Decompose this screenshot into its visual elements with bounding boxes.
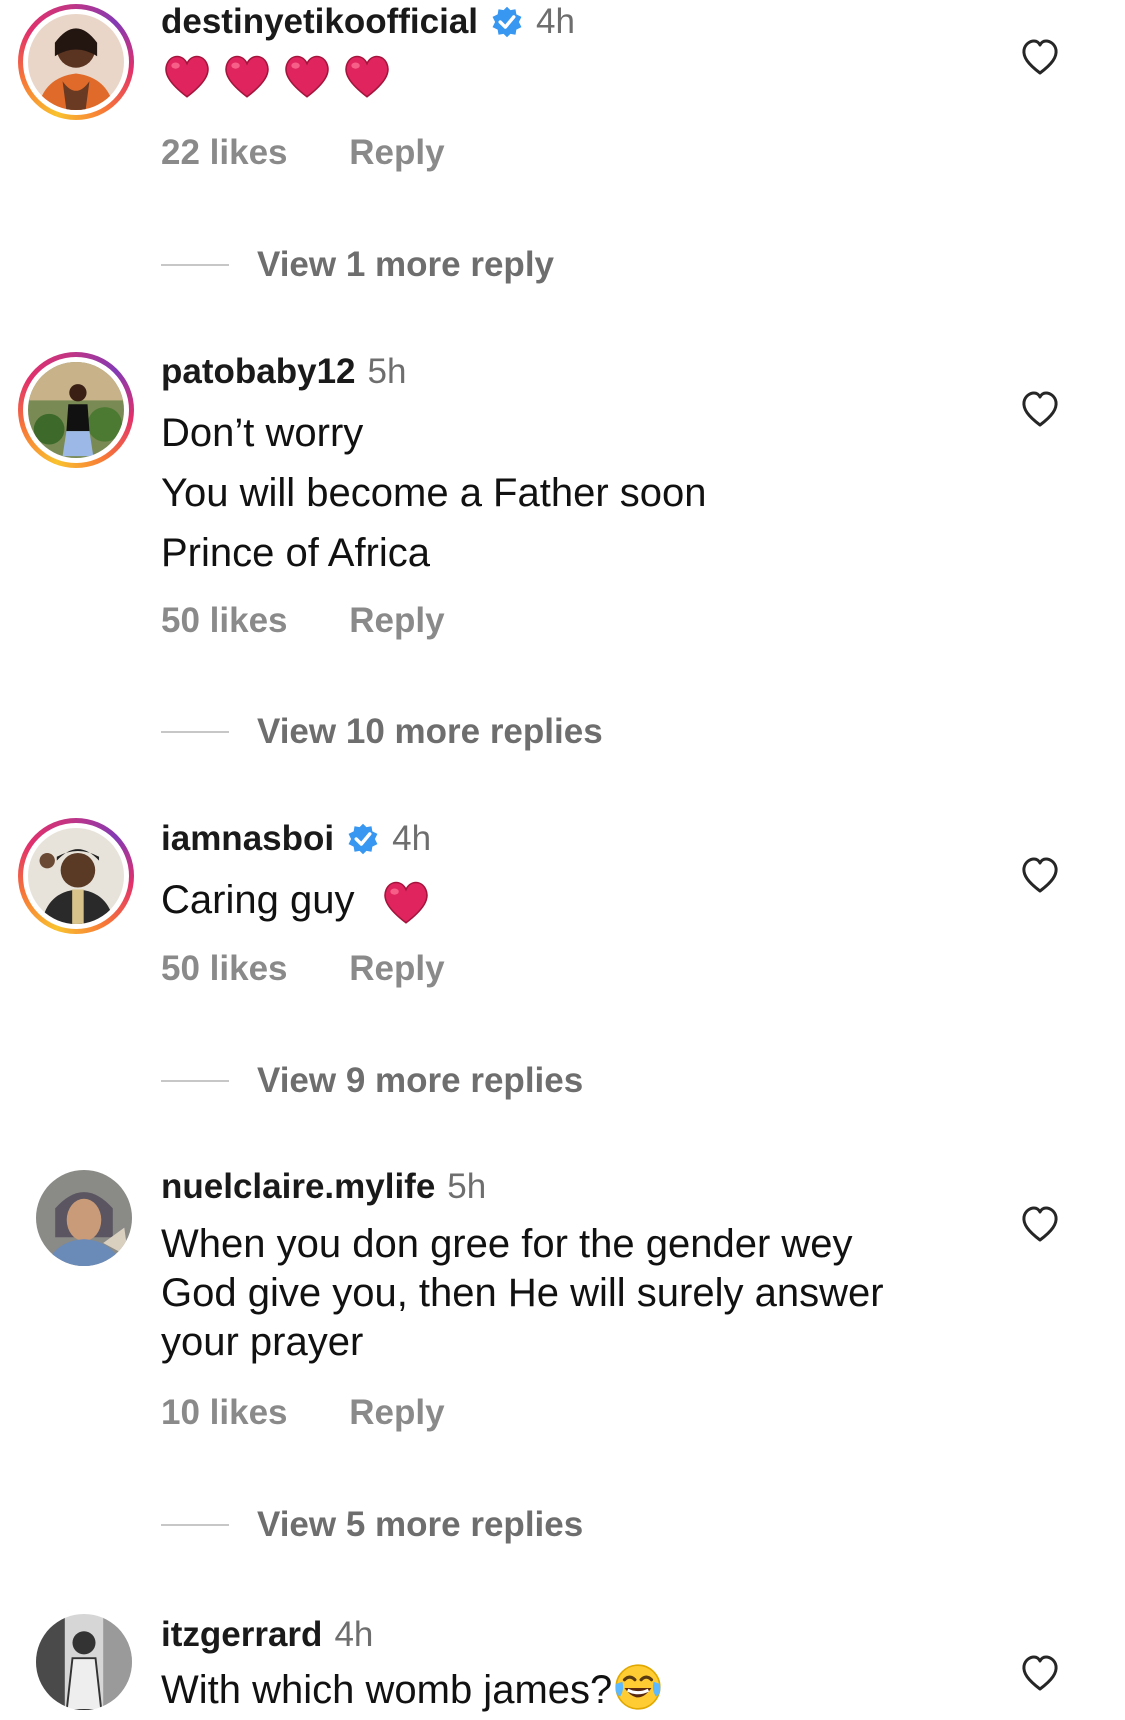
comment-text: When you don gree for the gender wey God…: [161, 1220, 884, 1367]
view-more-replies-label: View 1 more reply: [257, 245, 555, 284]
red-heart-emoji-icon: [341, 50, 393, 102]
comment-line: With which womb james?: [161, 1668, 613, 1712]
avatar[interactable]: [18, 4, 134, 120]
avatar-image: [28, 828, 124, 924]
comment-line: God give you, then He will surely answer: [161, 1271, 884, 1315]
like-count[interactable]: 50 likes: [161, 601, 288, 640]
avatar[interactable]: [18, 818, 134, 934]
red-heart-emoji-icon: [380, 876, 432, 928]
divider: [161, 731, 229, 733]
view-more-replies[interactable]: View 1 more reply: [161, 245, 554, 285]
username[interactable]: nuelclaire.mylife: [161, 1167, 435, 1207]
comment-line: When you don gree for the gender wey: [161, 1222, 853, 1266]
comment-line: You will become a Father soon: [161, 471, 707, 515]
heart-outline-icon[interactable]: [1020, 390, 1060, 430]
view-more-replies-label: View 9 more replies: [257, 1061, 584, 1100]
view-more-replies-label: View 5 more replies: [257, 1505, 584, 1544]
divider: [161, 264, 229, 266]
view-more-replies[interactable]: View 5 more replies: [161, 1505, 583, 1545]
heart-outline-icon[interactable]: [1020, 856, 1060, 896]
reply-button[interactable]: Reply: [349, 1393, 444, 1432]
red-heart-emoji-icon: [221, 50, 273, 102]
red-heart-emoji-icon: [161, 50, 213, 102]
comment-text: Don’t worry You will become a Father soo…: [161, 403, 707, 583]
like-count[interactable]: 10 likes: [161, 1393, 288, 1432]
avatar[interactable]: [36, 1170, 132, 1266]
username[interactable]: patobaby12: [161, 352, 356, 392]
username[interactable]: itzgerrard: [161, 1615, 322, 1655]
avatar-image: [36, 1614, 132, 1710]
laughing-tears-emoji-icon: [612, 1661, 664, 1713]
comment-line: Prince of Africa: [161, 531, 431, 575]
red-heart-emoji-icon: [281, 50, 333, 102]
heart-outline-icon[interactable]: [1020, 1654, 1060, 1694]
verified-badge-icon: [490, 5, 524, 39]
timestamp: 4h: [392, 819, 432, 858]
avatar-image: [28, 14, 124, 110]
username[interactable]: iamnasboi: [161, 819, 334, 859]
timestamp: 4h: [536, 2, 575, 41]
divider: [161, 1080, 229, 1082]
avatar-image: [28, 362, 124, 458]
comment-line: Don’t worry: [161, 411, 364, 455]
verified-badge-icon: [346, 822, 380, 856]
timestamp: 5h: [367, 352, 407, 391]
comment-text: Caring guy: [161, 870, 432, 930]
comment-line: your prayer: [161, 1320, 364, 1364]
timestamp: 4h: [334, 1615, 374, 1654]
timestamp: 5h: [447, 1167, 487, 1206]
view-more-replies-label: View 10 more replies: [257, 712, 603, 751]
avatar-image: [36, 1170, 132, 1266]
avatar[interactable]: [36, 1614, 132, 1710]
comment-text: With which womb james?: [161, 1660, 664, 1720]
view-more-replies[interactable]: View 9 more replies: [161, 1061, 583, 1101]
username[interactable]: destinyetikoofficial: [161, 2, 478, 42]
avatar[interactable]: [18, 352, 134, 468]
like-count[interactable]: 50 likes: [161, 949, 288, 988]
view-more-replies[interactable]: View 10 more replies: [161, 712, 603, 752]
reply-button[interactable]: Reply: [349, 949, 444, 988]
like-count[interactable]: 22 likes: [161, 133, 288, 172]
comment-text: [161, 50, 393, 102]
reply-button[interactable]: Reply: [349, 133, 444, 172]
reply-button[interactable]: Reply: [349, 601, 444, 640]
heart-outline-icon[interactable]: [1020, 38, 1060, 78]
divider: [161, 1524, 229, 1526]
comment-line: Caring guy: [161, 878, 355, 922]
heart-outline-icon[interactable]: [1020, 1205, 1060, 1245]
